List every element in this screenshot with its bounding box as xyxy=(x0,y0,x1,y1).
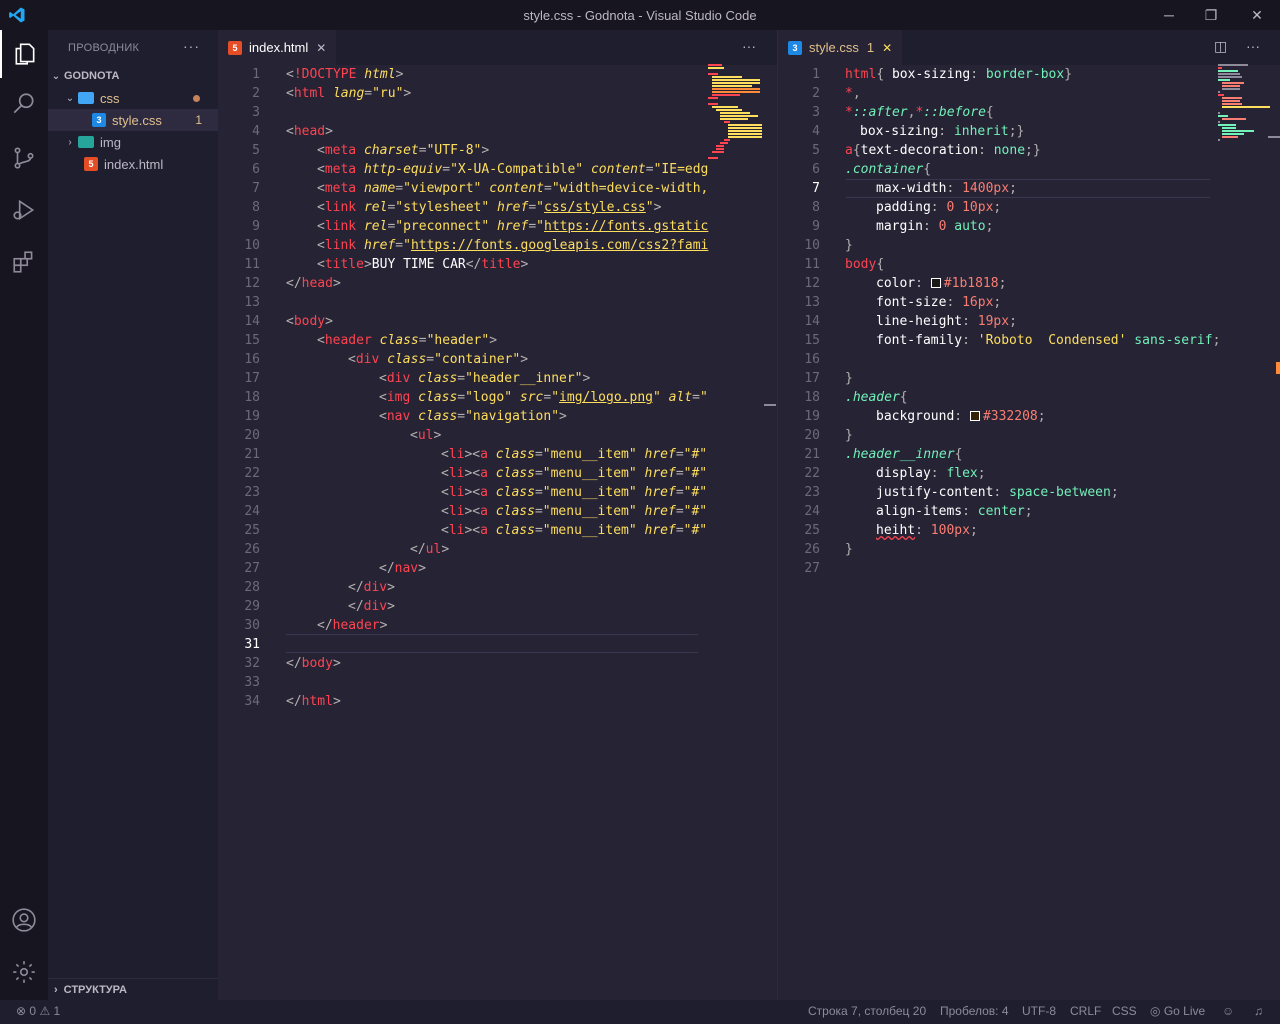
tab-style-css[interactable]: 3 style.css 1 ✕ xyxy=(778,30,903,65)
editor-group-left: 5 index.html ✕ ··· 1 <!DOCTYPE html> 2 <ht… xyxy=(218,30,777,1000)
more-actions-icon[interactable]: ··· xyxy=(742,38,756,54)
settings-gear-icon[interactable] xyxy=(0,948,48,996)
error-icon: ⊗ xyxy=(16,1004,27,1018)
warning-icon: ⚠ xyxy=(39,1004,51,1018)
close-window-icon[interactable]: ✕ xyxy=(1234,0,1280,30)
chevron-down-icon: ⌄ xyxy=(65,92,75,104)
tree-item-style-css[interactable]: 3 style.css 1 xyxy=(48,109,218,131)
html-file-icon: 5 xyxy=(84,157,98,171)
minimize-icon[interactable]: ─ xyxy=(1146,0,1192,30)
close-tab-icon[interactable]: ✕ xyxy=(316,41,326,55)
close-tab-icon[interactable]: ✕ xyxy=(882,41,892,55)
source-control-icon[interactable] xyxy=(0,134,48,182)
tab-label: style.css xyxy=(809,40,859,55)
tree-item-label: style.css xyxy=(112,112,162,128)
img-folder-icon xyxy=(78,136,94,148)
go-live-label: Go Live xyxy=(1163,1004,1206,1018)
explorer-icon[interactable] xyxy=(0,30,48,78)
encoding[interactable]: UTF-8 xyxy=(1022,1004,1056,1018)
explorer-sidebar: ПРОВОДНИК ··· ⌄ GODNOTA ⌄ css 3 style.cs… xyxy=(48,30,218,1000)
split-editor-icon[interactable]: ◫ xyxy=(1214,38,1227,55)
more-actions-icon[interactable]: ··· xyxy=(1246,38,1260,54)
css-code-editor[interactable]: 1 html{ box-sizing: border-box} 2 *, 3 *::a… xyxy=(778,65,1220,1000)
indentation[interactable]: Пробелов: 4 xyxy=(940,1004,1009,1018)
cursor-position[interactable]: Строка 7, столбец 20 xyxy=(808,1004,926,1018)
tree-item-label: img xyxy=(100,134,121,150)
problem-count-badge: 1 xyxy=(195,113,202,127)
editor-group-right: 3 style.css 1 ✕ ◫ ··· 1 html{ box-sizing:… xyxy=(777,30,1280,1000)
chevron-right-icon: › xyxy=(68,136,72,148)
activity-bar xyxy=(0,30,48,1000)
tree-item-img-folder[interactable]: › img xyxy=(48,131,218,153)
scrollbar-marker xyxy=(764,404,776,406)
html-file-icon: 5 xyxy=(228,40,242,55)
tree-item-css-folder[interactable]: ⌄ css xyxy=(48,87,218,109)
workspace-root[interactable]: ⌄ GODNOTA xyxy=(48,65,218,87)
chevron-down-icon: ⌄ xyxy=(51,70,61,82)
restore-icon[interactable]: ❐ xyxy=(1188,0,1234,30)
warning-count: 1 xyxy=(53,1004,61,1018)
current-line-number: 7 xyxy=(812,181,820,196)
tree-item-label: index.html xyxy=(104,156,164,172)
minimap[interactable] xyxy=(1218,64,1274,142)
language-mode[interactable]: CSS xyxy=(1112,1004,1137,1018)
outline-section[interactable]: › СТРУКТУРА xyxy=(48,978,218,1000)
css-file-icon: 3 xyxy=(92,113,106,127)
search-icon[interactable] xyxy=(0,80,48,128)
more-actions-icon[interactable]: ··· xyxy=(183,38,200,54)
problems-indicator[interactable]: ⊗ 0 ⚠ 1 xyxy=(16,1004,60,1018)
tab-bar: 3 style.css 1 ✕ ◫ ··· xyxy=(778,30,1280,65)
css-file-icon: 3 xyxy=(788,40,802,55)
modified-dot-icon xyxy=(193,94,200,102)
tab-index-html[interactable]: 5 index.html ✕ xyxy=(218,30,337,65)
current-line-number: 31 xyxy=(244,637,260,652)
workspace-label: GODNOTA xyxy=(64,70,120,82)
css-folder-icon xyxy=(78,92,94,104)
account-icon[interactable] xyxy=(0,896,48,944)
vscode-logo-icon xyxy=(9,7,25,23)
broadcast-icon: ◎ xyxy=(1150,1004,1161,1018)
run-debug-icon[interactable] xyxy=(0,186,48,234)
scrollbar-marker xyxy=(1268,136,1280,138)
feedback-icon[interactable]: ☺ xyxy=(1222,1004,1234,1018)
chevron-right-icon: › xyxy=(54,983,58,996)
tab-bar: 5 index.html ✕ ··· xyxy=(218,30,777,65)
outline-label: СТРУКТУРА xyxy=(63,983,127,996)
minimap[interactable] xyxy=(708,64,764,160)
end-of-line[interactable]: CRLF xyxy=(1070,1004,1101,1018)
problem-marker xyxy=(1276,362,1280,374)
tree-item-label: css xyxy=(100,90,120,106)
tab-label: index.html xyxy=(249,40,309,55)
html-code-editor[interactable]: 1 <!DOCTYPE html> 2 <html lang="ru"> 3 4 <h… xyxy=(218,65,708,1000)
explorer-header: ПРОВОДНИК ··· xyxy=(48,30,218,65)
status-bar: ⊗ 0 ⚠ 1 Строка 7, столбец 20 Пробелов: 4… xyxy=(0,1000,1280,1024)
title-bar: style.css - Godnota - Visual Studio Code… xyxy=(0,0,1280,30)
notifications-bell-icon[interactable]: ♫ xyxy=(1254,1004,1263,1018)
error-count: 0 xyxy=(29,1004,37,1018)
window-title: style.css - Godnota - Visual Studio Code xyxy=(523,7,757,23)
tree-item-index-html[interactable]: 5 index.html xyxy=(48,153,218,175)
go-live-button[interactable]: ◎ Go Live xyxy=(1150,1004,1205,1018)
tab-problem-badge: 1 xyxy=(866,40,875,55)
explorer-title: ПРОВОДНИК xyxy=(68,41,140,54)
extensions-icon[interactable] xyxy=(0,238,48,286)
